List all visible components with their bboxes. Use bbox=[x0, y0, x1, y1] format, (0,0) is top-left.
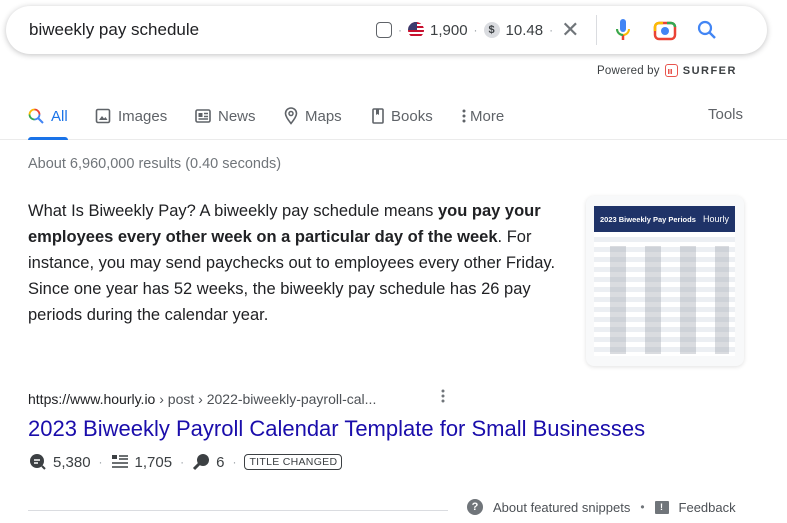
image-icon bbox=[95, 108, 111, 124]
cpc-value: 10.48 bbox=[505, 21, 544, 39]
word-count-icon bbox=[111, 454, 129, 470]
search-tabs: All Images News Maps Books More Tools bbox=[0, 100, 787, 140]
book-icon bbox=[372, 108, 384, 124]
keyword-icon bbox=[192, 453, 210, 471]
url-path: › post › 2022-biweekly-payroll-cal... bbox=[155, 391, 377, 407]
search-input[interactable]: biweekly pay schedule bbox=[29, 20, 199, 40]
news-icon bbox=[195, 109, 211, 123]
feedback-icon: ! bbox=[654, 500, 669, 514]
tab-label: All bbox=[51, 107, 68, 125]
title-changed-badge: TITLE CHANGED bbox=[244, 454, 343, 470]
divider bbox=[595, 15, 597, 45]
feedback-link[interactable]: Feedback bbox=[679, 500, 736, 515]
snippet-thumbnail[interactable]: 2023 Biweekly Pay Periods Hourly bbox=[586, 196, 744, 366]
search-bar[interactable]: biweekly pay schedule · 1,900 · $ 10.48 … bbox=[6, 6, 767, 54]
tab-books[interactable]: Books bbox=[372, 106, 433, 126]
tab-all[interactable]: All bbox=[28, 106, 68, 126]
search-icon bbox=[28, 108, 44, 124]
featured-snippet-text: What Is Biweekly Pay? A biweekly pay sch… bbox=[28, 198, 573, 328]
traffic-value: 5,380 bbox=[53, 453, 91, 471]
checkbox-icon[interactable] bbox=[376, 22, 392, 38]
separator-dot: · bbox=[549, 23, 554, 37]
surfer-logo-icon bbox=[664, 64, 678, 77]
separator-dot: · bbox=[473, 23, 478, 37]
separator-dot: · bbox=[232, 455, 237, 469]
help-icon: ? bbox=[467, 499, 483, 515]
result-title-link[interactable]: 2023 Biweekly Payroll Calendar Template … bbox=[28, 416, 645, 442]
url-domain: https://www.hourly.io bbox=[28, 391, 156, 407]
about-featured-snippets-link[interactable]: About featured snippets bbox=[493, 500, 630, 515]
dollar-icon: $ bbox=[483, 22, 500, 38]
footer-divider bbox=[28, 510, 448, 511]
thumbnail-brand: Hourly bbox=[702, 214, 729, 224]
result-metrics: 5,380 · 1,705 · 6 · TITLE CHANGED bbox=[29, 453, 343, 471]
thumbnail-table bbox=[594, 232, 735, 356]
result-options-icon[interactable] bbox=[441, 389, 445, 407]
tab-label: More bbox=[470, 107, 505, 125]
tab-maps[interactable]: Maps bbox=[284, 106, 342, 126]
result-stats: About 6,960,000 results (0.40 seconds) bbox=[28, 156, 282, 172]
word-count-value: 1,705 bbox=[134, 453, 173, 471]
clear-icon[interactable]: ✕ bbox=[561, 19, 579, 41]
tab-images[interactable]: Images bbox=[95, 106, 167, 126]
tab-more[interactable]: More bbox=[462, 106, 504, 126]
result-url[interactable]: https://www.hourly.io › post › 2022-biwe… bbox=[28, 391, 376, 407]
powered-by-surfer: Powered by SURFER bbox=[597, 64, 737, 77]
search-icon[interactable] bbox=[695, 18, 719, 42]
microphone-icon[interactable] bbox=[611, 18, 635, 42]
thumbnail-header: 2023 Biweekly Pay Periods Hourly bbox=[594, 206, 735, 232]
map-pin-icon bbox=[284, 107, 298, 125]
tools-button[interactable]: Tools bbox=[708, 106, 743, 123]
separator-dot: • bbox=[640, 500, 645, 514]
active-tab-indicator bbox=[28, 137, 68, 140]
tab-label: Books bbox=[391, 107, 433, 125]
keyword-count-value: 6 bbox=[216, 453, 225, 471]
traffic-icon bbox=[29, 453, 47, 471]
search-volume: 1,900 bbox=[430, 21, 468, 39]
snippet-text-before: What Is Biweekly Pay? A biweekly pay sch… bbox=[28, 202, 438, 220]
tab-label: Maps bbox=[305, 107, 342, 125]
camera-lens-icon[interactable] bbox=[653, 18, 677, 42]
separator-dot: · bbox=[180, 455, 185, 469]
tab-news[interactable]: News bbox=[195, 106, 256, 126]
powered-by-label: Powered by bbox=[597, 64, 660, 77]
tab-label: News bbox=[218, 107, 256, 125]
separator-dot: · bbox=[398, 23, 402, 37]
thumbnail-title: 2023 Biweekly Pay Periods bbox=[600, 214, 696, 224]
kebab-icon bbox=[462, 109, 466, 123]
surfer-brand: SURFER bbox=[682, 64, 737, 77]
us-flag-icon bbox=[408, 22, 424, 38]
separator-dot: · bbox=[98, 455, 103, 469]
snippet-footer: ? About featured snippets • ! Feedback bbox=[467, 499, 736, 515]
tab-label: Images bbox=[118, 107, 168, 125]
